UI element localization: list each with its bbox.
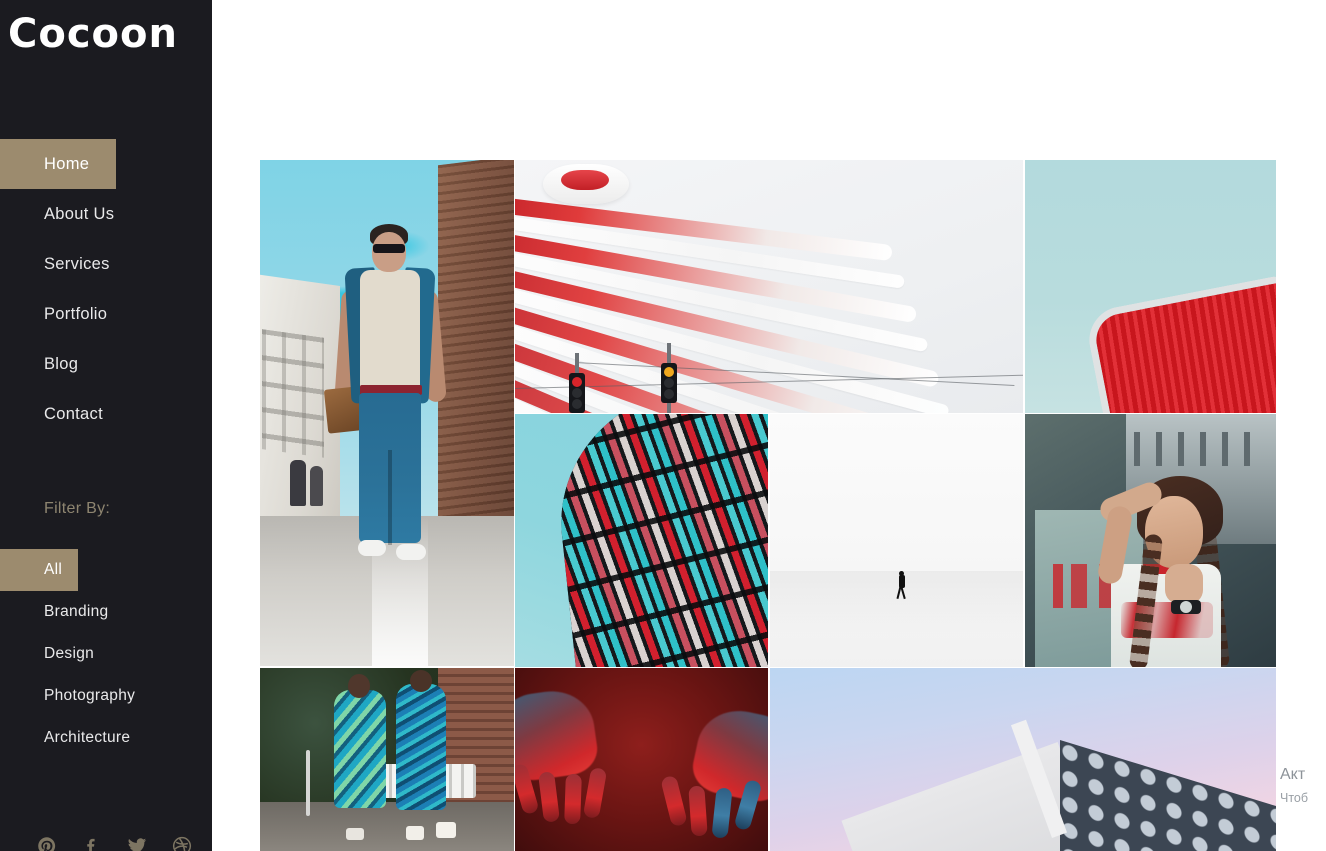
gallery-item-snow-walker[interactable] [770,414,1023,667]
filter-item-label: All [44,561,63,578]
gallery-item-petersen-museum[interactable] [515,160,1023,413]
nav-item-about-us[interactable]: About Us [0,189,212,239]
filter-list: All Branding Design Photography Architec… [0,549,212,759]
nav-item-label: Blog [44,354,79,373]
gallery-item-coca-cola-portrait[interactable] [1025,414,1276,667]
gallery-item-red-roof[interactable] [1025,160,1276,413]
filter-item-architecture[interactable]: Architecture [0,717,212,759]
nav-item-home[interactable]: Home [0,139,212,189]
filter-section-title: Filter By: [44,500,111,517]
photo-colourful-facade [515,414,768,667]
nav-item-portfolio[interactable]: Portfolio [0,289,212,339]
main-navigation: Home About Us Services Portfolio Blog Co… [0,139,212,439]
brand-logo[interactable]: Cocoon [8,14,178,54]
filter-item-branding[interactable]: Branding [0,591,212,633]
nav-item-label: Home [44,154,90,173]
photo-snow-walker [770,414,1023,667]
nav-item-services[interactable]: Services [0,239,212,289]
filter-item-label: Architecture [44,729,131,746]
gallery-item-neon-hands[interactable] [515,668,768,851]
social-links [36,835,193,851]
filter-item-photography[interactable]: Photography [0,675,212,717]
nav-item-label: Services [44,254,110,273]
nav-item-contact[interactable]: Contact [0,389,212,439]
filter-item-design[interactable]: Design [0,633,212,675]
photo-petersen-museum [515,160,1023,413]
nav-item-label: About Us [44,204,115,223]
twitter-icon[interactable] [126,835,148,851]
gallery-item-building-corner[interactable] [770,668,1276,851]
gallery-item-colourful-facade[interactable] [515,414,768,667]
filter-item-label: Branding [44,603,109,620]
activation-subtitle: Чтоб [1280,790,1309,805]
photo-street-style-duo [260,668,514,851]
gallery-item-street-style-duo[interactable] [260,668,514,851]
nav-item-blog[interactable]: Blog [0,339,212,389]
walking-figure [895,570,906,599]
activation-title: Акт [1280,766,1306,783]
filter-item-all[interactable]: All [0,549,212,591]
portfolio-gallery-grid [260,160,1276,851]
filter-item-label: Design [44,645,95,662]
photo-red-roof [1025,160,1276,413]
filter-item-label: Photography [44,687,136,704]
photo-building-corner [770,668,1276,851]
sidebar: Cocoon Home About Us Services Portfolio … [0,0,212,851]
photo-street-fashion [260,160,514,666]
gallery-item-street-fashion[interactable] [260,160,514,666]
nav-item-label: Portfolio [44,304,108,323]
traffic-light-right [661,363,677,403]
main-content [212,0,1326,851]
photo-coca-cola-portrait [1025,414,1276,667]
facebook-icon[interactable] [81,835,103,851]
windows-activation-watermark: Акт Чтоб [1280,762,1324,808]
photo-neon-hands [515,668,768,851]
traffic-light-left [569,373,585,413]
pinterest-icon[interactable] [36,835,58,851]
nav-item-label: Contact [44,404,103,423]
dribbble-icon[interactable] [171,835,193,851]
